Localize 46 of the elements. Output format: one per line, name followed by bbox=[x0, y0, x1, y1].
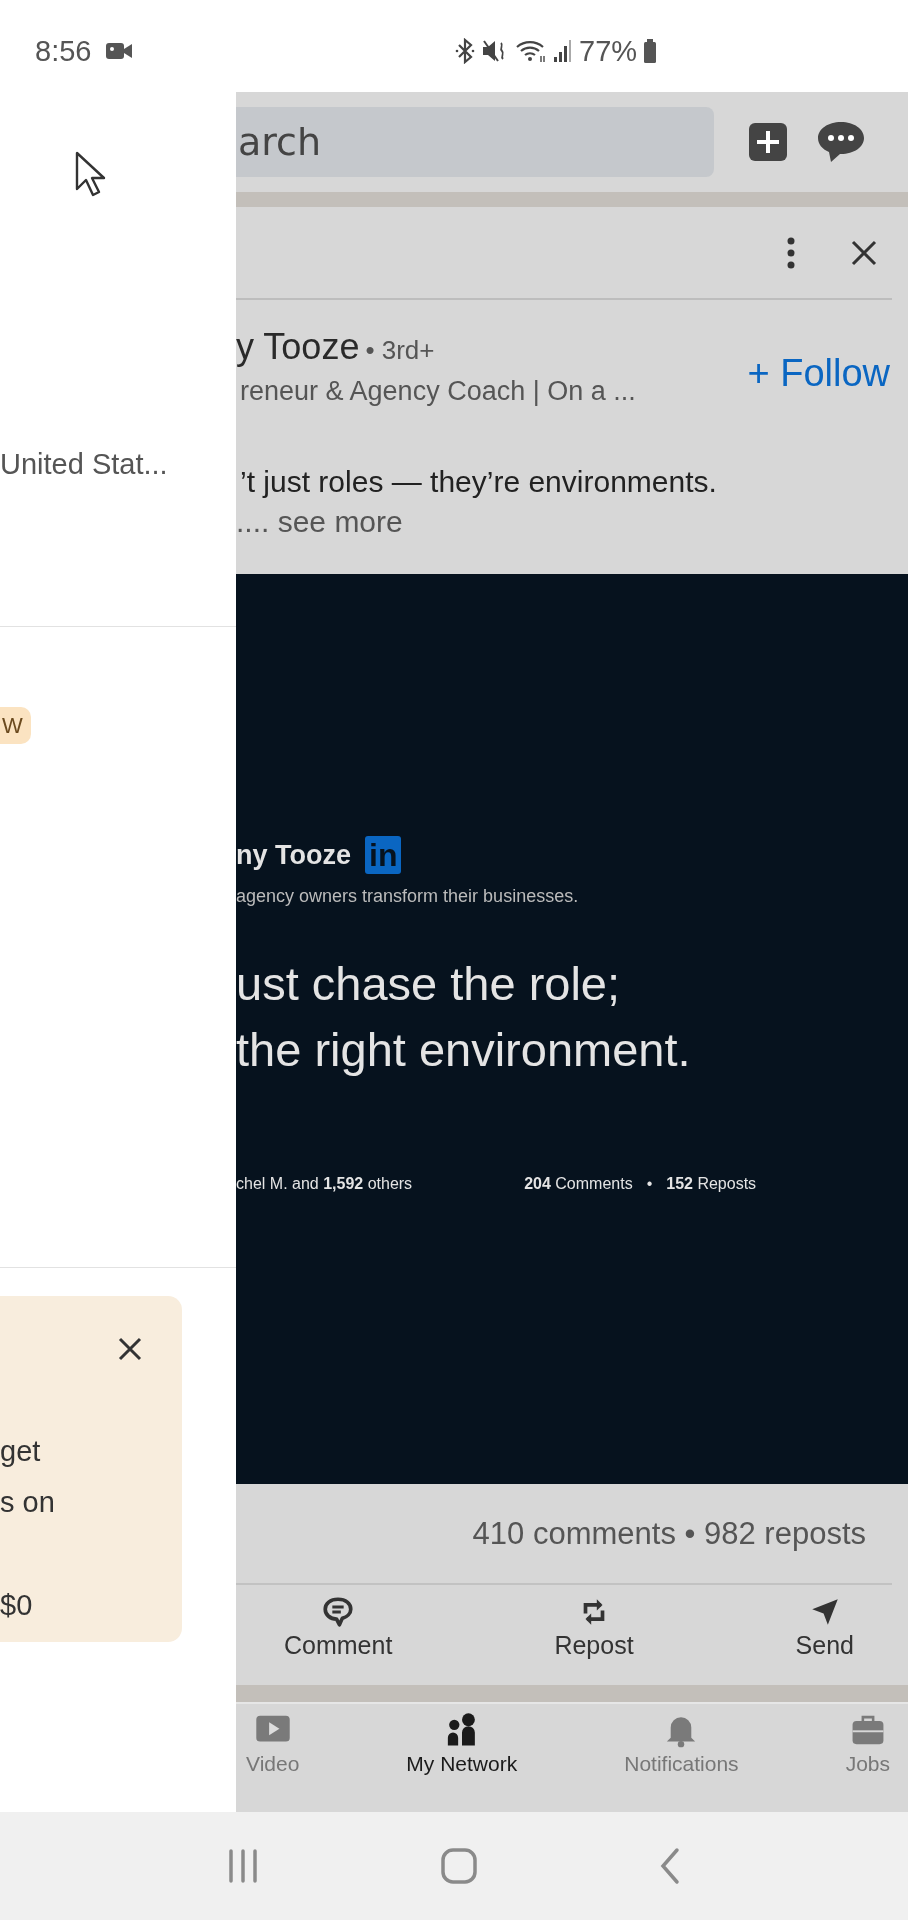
separator-dot: • bbox=[646, 1175, 653, 1193]
wifi-icon bbox=[515, 38, 547, 64]
see-more-link[interactable]: .... see more bbox=[236, 505, 908, 539]
comment-icon bbox=[321, 1595, 356, 1629]
promo-text: get bbox=[0, 1434, 42, 1469]
comment-count: 204 Comments bbox=[524, 1175, 633, 1193]
video-camera-icon bbox=[105, 41, 134, 61]
cursor-icon bbox=[74, 150, 108, 198]
nav-tab[interactable]: Notifications bbox=[620, 1712, 743, 1812]
location-text: United Stat... bbox=[0, 448, 168, 481]
back-icon[interactable] bbox=[658, 1847, 682, 1885]
quote-text: the right environment. bbox=[236, 1022, 692, 1078]
repost-count: 152 Reposts bbox=[666, 1175, 757, 1193]
more-options-icon[interactable] bbox=[786, 236, 796, 269]
post-text: ’t just roles — they’re environments. bbox=[240, 465, 718, 499]
nav-tab[interactable]: Jobs bbox=[841, 1712, 894, 1812]
engagement-stats[interactable]: 410 comments • 982 reposts bbox=[472, 1515, 866, 1552]
action-button[interactable]: Repost bbox=[546, 1595, 642, 1685]
signal-icon bbox=[553, 38, 573, 64]
battery-icon bbox=[643, 38, 658, 64]
add-post-icon[interactable] bbox=[748, 122, 788, 162]
recent-apps-icon[interactable] bbox=[226, 1848, 260, 1884]
quote-text: ust chase the role; bbox=[236, 956, 622, 1012]
connection-degree: • 3rd+ bbox=[365, 335, 435, 366]
search-field[interactable]: arch bbox=[236, 107, 714, 177]
promo-text: s on bbox=[0, 1485, 56, 1520]
bluetooth-icon bbox=[455, 38, 475, 64]
author-headline: reneur & Agency Coach | On a ... bbox=[240, 376, 636, 407]
reaction-count: chel M. and 1,592 others bbox=[236, 1175, 413, 1193]
nav-tab[interactable]: My Network bbox=[402, 1712, 522, 1812]
nav-tab[interactable]: Video bbox=[242, 1712, 304, 1812]
clock-time: 8:56 bbox=[35, 34, 92, 68]
follow-button[interactable]: + Follow bbox=[747, 352, 890, 395]
author-name[interactable]: y Tooze bbox=[236, 326, 360, 368]
action-button[interactable]: Comment bbox=[276, 1595, 401, 1685]
image-author-name: ny Tooze bbox=[236, 839, 351, 871]
messaging-icon[interactable] bbox=[816, 120, 866, 164]
close-icon bbox=[117, 1336, 143, 1362]
close-icon[interactable] bbox=[850, 238, 878, 267]
action-button[interactable]: Send bbox=[787, 1595, 862, 1685]
new-badge: W bbox=[0, 707, 31, 744]
image-tagline: agency owners transform their businesses. bbox=[236, 886, 580, 907]
battery-percent: 77% bbox=[579, 34, 638, 68]
price-text: $0 bbox=[0, 1588, 34, 1623]
home-icon[interactable] bbox=[440, 1847, 478, 1885]
linkedin-logo: in bbox=[365, 836, 402, 874]
